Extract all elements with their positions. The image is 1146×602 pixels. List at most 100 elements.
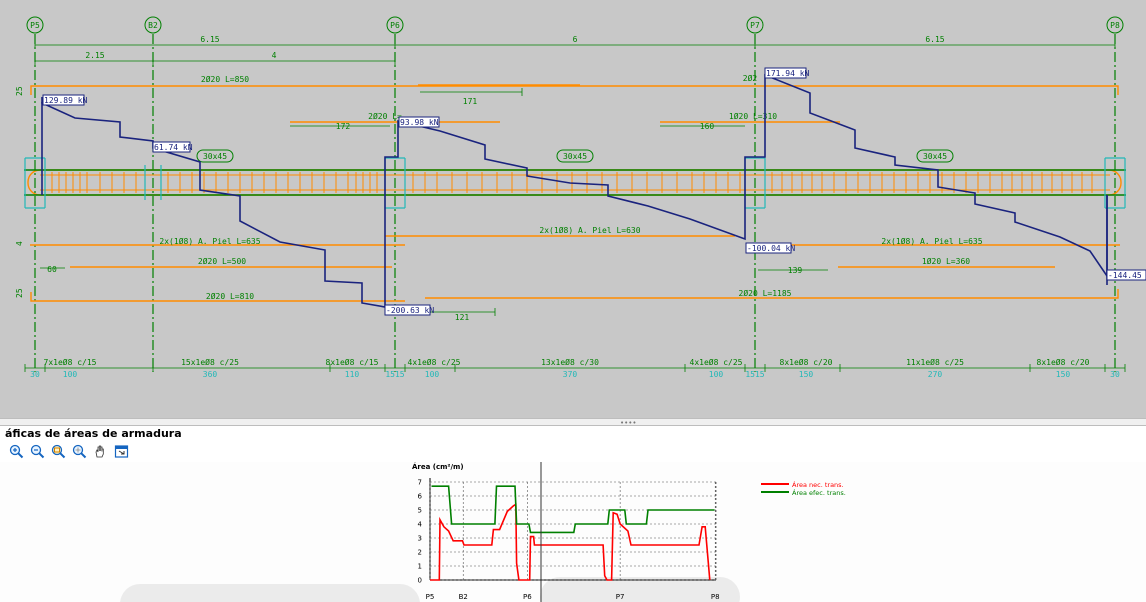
shear-label-box[interactable]: 129.89 kN bbox=[42, 94, 88, 106]
stirrup-label: 8x1eØ8 c/20 bbox=[1037, 357, 1090, 367]
stirrup-label: 7x1eØ8 c/15 bbox=[44, 357, 97, 367]
dim-label: 4 bbox=[272, 51, 277, 60]
stirrup-length: 360 bbox=[203, 370, 218, 379]
legend-label: Área nec. trans. bbox=[792, 480, 844, 489]
section-tag[interactable]: 30x45 bbox=[556, 149, 594, 163]
stirrup-length: 150 bbox=[1056, 370, 1071, 379]
shear-label: 61.74 kN bbox=[154, 143, 193, 152]
y-tick-label: 0 bbox=[418, 577, 422, 585]
column-tag-p7[interactable]: P7 bbox=[746, 16, 764, 34]
column-tag-label: B2 bbox=[148, 21, 158, 30]
rebar-label: 2x(1Ø8) A. Piel L=630 bbox=[539, 225, 640, 235]
anchor-label: 171 bbox=[463, 97, 478, 106]
side-mark: 25 bbox=[15, 86, 24, 96]
section-label: 30x45 bbox=[923, 152, 947, 161]
chart-legend: Área nec. trans. Área efec. trans. bbox=[761, 480, 846, 497]
column-tag-p8[interactable]: P8 bbox=[1106, 16, 1124, 34]
pan-icon[interactable] bbox=[92, 443, 109, 460]
dim-label: 2.15 bbox=[85, 51, 104, 60]
top-rebars[interactable] bbox=[30, 84, 1119, 123]
stirrup-length: 30 bbox=[30, 370, 40, 379]
dim-label: 6 bbox=[573, 35, 578, 44]
rebar-label: 2Ø20 L=500 bbox=[198, 256, 246, 266]
shear-label-box[interactable]: 93.98 kN bbox=[398, 116, 440, 128]
column-tag-p5[interactable]: P5 bbox=[26, 16, 44, 34]
shear-label: -144.45 k bbox=[1108, 271, 1146, 280]
column-tags: P5 B2 P6 P7 P8 bbox=[26, 16, 1124, 34]
x-tick-label: P5 bbox=[426, 593, 435, 601]
anchor-label: 121 bbox=[455, 313, 470, 322]
stirrup-length: 100 bbox=[425, 370, 440, 379]
shear-label-box[interactable]: 61.74 kN bbox=[152, 141, 193, 153]
stirrup-length: 270 bbox=[928, 370, 943, 379]
shear-label-box[interactable]: -100.04 kN bbox=[745, 242, 795, 254]
y-tick-label: 4 bbox=[418, 521, 423, 529]
y-tick-label: 6 bbox=[418, 493, 423, 501]
side-mark: 4 bbox=[15, 241, 24, 246]
stirrup-label: 4x1eØ8 c/25 bbox=[690, 357, 743, 367]
rebar-label: 2x(1Ø8) A. Piel L=635 bbox=[881, 236, 982, 246]
grid-lines bbox=[429, 481, 716, 581]
stirrup-length: 370 bbox=[563, 370, 578, 379]
x-tick-label: B2 bbox=[459, 593, 468, 601]
zoom-extents-icon[interactable] bbox=[71, 443, 88, 460]
shear-label-box[interactable]: -200.63 kN bbox=[384, 304, 434, 316]
section-tag[interactable]: 30x45 bbox=[196, 149, 234, 163]
y-tick-label: 3 bbox=[418, 535, 422, 543]
column-tag-label: P7 bbox=[750, 21, 760, 30]
section-tag[interactable]: 30x45 bbox=[916, 149, 954, 163]
rebar-label: 2Ø20 L=850 bbox=[201, 74, 249, 84]
rebar-label: 2Ø20 L=810 bbox=[206, 291, 254, 301]
stirrup-label: 15x1eØ8 c/25 bbox=[181, 357, 239, 367]
anchor-label: 60 bbox=[47, 265, 57, 274]
column-tag-b2[interactable]: B2 bbox=[144, 16, 162, 34]
side-mark: 25 bbox=[15, 288, 24, 298]
shear-label: 171.94 kN bbox=[766, 69, 810, 78]
print-icon[interactable] bbox=[113, 443, 130, 460]
shear-label-box[interactable]: -144.45 k bbox=[1106, 269, 1146, 281]
y-axis-title: Área (cm²/m) bbox=[412, 462, 464, 471]
area-chart[interactable]: Área (cm²/m) 0 1 2 3 4 5 6 7 P5 B2 P6 P7 P8 Área ne… bbox=[0, 462, 1146, 602]
rebar-label: 2Ø2 bbox=[743, 73, 758, 83]
zoom-window-icon[interactable] bbox=[50, 443, 67, 460]
section-label: 30x45 bbox=[203, 152, 227, 161]
y-tick-label: 7 bbox=[418, 479, 422, 487]
stirrup-length: 110 bbox=[345, 370, 360, 379]
panel-splitter[interactable]: •••• bbox=[0, 418, 1146, 427]
anchor-label: 172 bbox=[336, 122, 351, 131]
zoom-out-icon[interactable] bbox=[29, 443, 46, 460]
legend-label: Área efec. trans. bbox=[792, 488, 846, 497]
top-dimensions bbox=[34, 41, 1116, 65]
x-tick-label: P7 bbox=[616, 593, 625, 601]
stirrup-label: 8x1eØ8 c/20 bbox=[780, 357, 833, 367]
rebar-label: 2x(1Ø8) A. Piel L=635 bbox=[159, 236, 260, 246]
graph-toolbar bbox=[8, 443, 130, 461]
column-tag-label: P6 bbox=[390, 21, 400, 30]
plot-frame bbox=[429, 478, 717, 581]
rebar-label: 1Ø20 L=360 bbox=[922, 256, 970, 266]
shear-label-box[interactable]: 171.94 kN bbox=[764, 67, 810, 79]
series-line-area-nec[interactable] bbox=[430, 502, 711, 581]
rebar-top-continuous bbox=[30, 85, 1119, 95]
column-tag-p6[interactable]: P6 bbox=[386, 16, 404, 34]
y-tick-label: 5 bbox=[418, 507, 422, 515]
zoom-in-icon[interactable] bbox=[8, 443, 25, 460]
x-tick-label: P8 bbox=[711, 593, 720, 601]
area-graph-panel[interactable]: Área (cm²/m) 0 1 2 3 4 5 6 7 P5 B2 P6 P7 P8 Área ne… bbox=[0, 462, 1146, 602]
splitter-grip-icon[interactable]: •••• bbox=[620, 420, 637, 427]
beam-elevation-view[interactable]: P5 B2 P6 P7 P8 2.15 6.15 4 6 6.15 25 4 2… bbox=[0, 0, 1146, 418]
shear-label: 129.89 kN bbox=[44, 96, 88, 105]
rebar-label: 2Ø20 L= bbox=[368, 111, 402, 121]
shear-label: 93.98 kN bbox=[400, 118, 439, 127]
shear-label: -100.04 kN bbox=[747, 244, 795, 253]
shear-envelope[interactable] bbox=[41, 73, 1108, 308]
series-line-area-efec[interactable] bbox=[431, 485, 715, 534]
rebar-label: 1Ø20 L=310 bbox=[729, 111, 777, 121]
section-label: 30x45 bbox=[563, 152, 587, 161]
stirrup-label: 8x1eØ8 c/15 bbox=[326, 357, 379, 367]
dim-label: 6.15 bbox=[200, 35, 219, 44]
dim-label: 6.15 bbox=[925, 35, 944, 44]
y-tick-label: 2 bbox=[418, 549, 422, 557]
stirrup-length: 1515 bbox=[385, 370, 404, 379]
column-tag-label: P8 bbox=[1110, 21, 1120, 30]
